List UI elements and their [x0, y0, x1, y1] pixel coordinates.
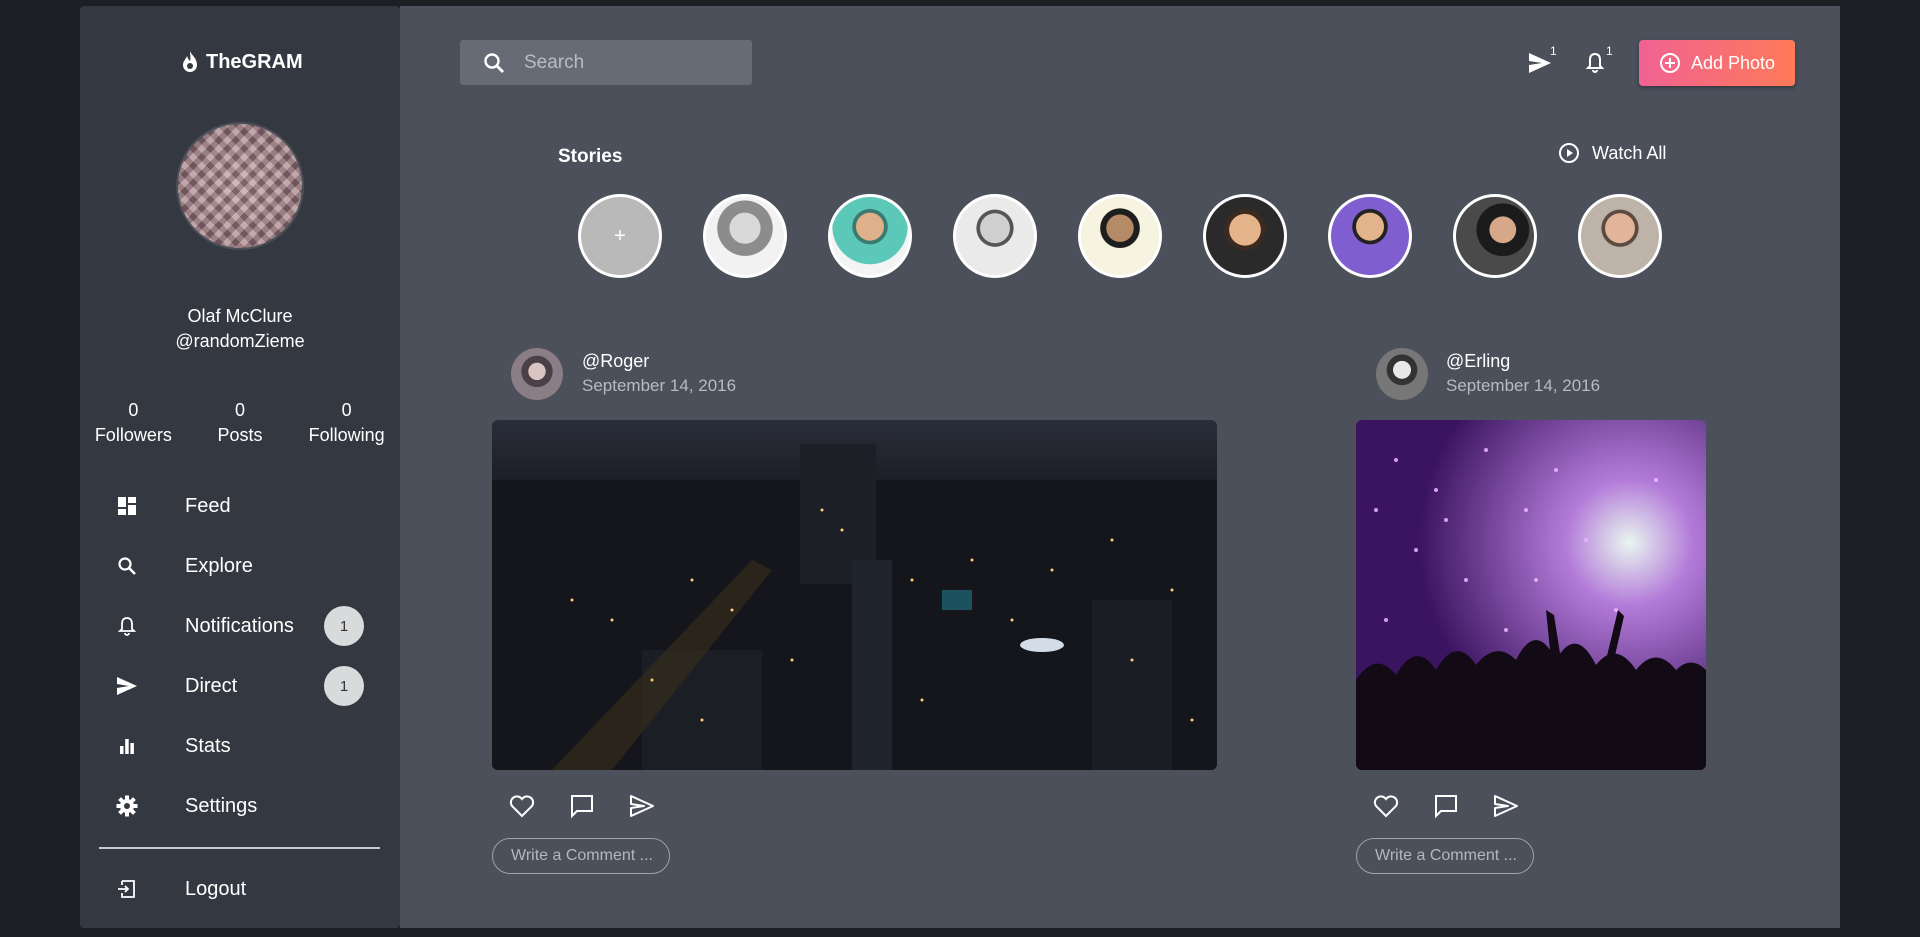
sidebar-item-label: Explore — [185, 554, 253, 577]
app-name: TheGRAM — [206, 50, 303, 73]
stat-value: 0 — [128, 400, 139, 420]
add-photo-label: Add Photo — [1690, 52, 1776, 73]
post-author-avatar[interactable] — [1376, 348, 1428, 400]
comment-input[interactable] — [509, 846, 663, 866]
profile-stats: 0 Followers 0 Posts 0 Following — [80, 398, 400, 448]
post-author[interactable]: @Roger — [582, 351, 649, 372]
add-story-label: + — [614, 224, 626, 247]
sidebar-item-explore[interactable]: Explore — [80, 536, 400, 596]
send-icon — [116, 675, 138, 697]
concert-image — [1356, 420, 1706, 770]
stat-following[interactable]: 0 Following — [293, 398, 400, 448]
sidebar-item-label: Logout — [185, 877, 247, 900]
sidebar-divider — [99, 847, 380, 849]
sidebar-nav: Feed Explore Notifications 1 Direct 1 St… — [80, 476, 400, 836]
profile-avatar[interactable] — [178, 124, 302, 248]
search-icon — [484, 52, 504, 73]
add-story-button[interactable]: + — [578, 194, 662, 278]
stat-value: 0 — [341, 400, 352, 420]
story-avatar[interactable] — [828, 194, 912, 278]
main-content: 1 1 Add Photo Stories Watch All + @Roger… — [400, 6, 1840, 928]
post-date: September 14, 2016 — [1446, 376, 1601, 395]
comment-icon[interactable] — [1432, 792, 1460, 820]
app-logo[interactable]: TheGRAM — [180, 50, 303, 74]
stat-value: 0 — [235, 400, 246, 420]
stories-title: Stories — [558, 146, 623, 167]
story-avatar[interactable] — [1328, 194, 1412, 278]
story-avatar[interactable] — [1203, 194, 1287, 278]
story-avatar[interactable] — [703, 194, 787, 278]
story-avatar[interactable] — [953, 194, 1037, 278]
sidebar-item-label: Stats — [185, 734, 231, 757]
gear-icon — [116, 795, 138, 817]
sidebar-item-feed[interactable]: Feed — [80, 476, 400, 536]
stat-label: Posts — [217, 425, 263, 445]
search-icon — [116, 555, 138, 577]
heart-icon[interactable] — [1372, 792, 1400, 820]
bar-chart-icon — [116, 735, 138, 757]
flame-icon — [183, 51, 197, 72]
sidebar-item-label: Notifications — [185, 614, 294, 637]
comment-icon[interactable] — [568, 792, 596, 820]
direct-count: 1 — [1550, 44, 1557, 58]
post-photo-concert[interactable] — [1356, 420, 1706, 770]
share-icon[interactable] — [1492, 792, 1520, 820]
notification-count: 1 — [1606, 44, 1613, 58]
dashboard-icon — [116, 495, 138, 517]
direct-badge: 1 — [324, 666, 364, 706]
post-author-avatar[interactable] — [511, 348, 563, 400]
stat-posts[interactable]: 0 Posts — [187, 398, 294, 448]
sidebar-item-label: Settings — [185, 794, 258, 817]
watch-all-label: Watch All — [1592, 142, 1667, 163]
sidebar-item-notifications[interactable]: Notifications 1 — [80, 596, 400, 656]
bell-icon[interactable] — [1582, 50, 1608, 76]
watch-all-button[interactable]: Watch All — [1558, 142, 1666, 164]
sidebar-item-logout[interactable]: Logout — [80, 859, 400, 919]
story-avatar[interactable] — [1578, 194, 1662, 278]
sidebar-item-label: Direct — [185, 674, 238, 697]
stat-followers[interactable]: 0 Followers — [80, 398, 187, 448]
comment-field[interactable] — [1356, 838, 1534, 874]
story-avatar[interactable] — [1453, 194, 1537, 278]
bell-icon — [116, 615, 138, 637]
plus-circle-icon — [1659, 53, 1680, 73]
add-photo-button[interactable]: Add Photo — [1639, 40, 1795, 86]
profile-name: Olaf McClure — [187, 306, 293, 326]
story-avatar[interactable] — [1078, 194, 1162, 278]
share-icon[interactable] — [628, 792, 656, 820]
comment-field[interactable] — [492, 838, 670, 874]
heart-icon[interactable] — [508, 792, 536, 820]
sidebar: TheGRAM Olaf McClure @randomZieme 0 Foll… — [80, 6, 400, 928]
post-photo-city-night[interactable] — [492, 420, 1217, 770]
sidebar-item-stats[interactable]: Stats — [80, 716, 400, 776]
post-author[interactable]: @Erling — [1446, 351, 1510, 372]
play-circle-icon — [1559, 143, 1579, 163]
sidebar-item-direct[interactable]: Direct 1 — [80, 656, 400, 716]
profile-handle: @randomZieme — [175, 331, 305, 351]
search-input[interactable] — [522, 50, 726, 75]
stat-label: Followers — [94, 425, 172, 445]
stat-label: Following — [308, 425, 385, 445]
logout-icon — [116, 878, 138, 900]
notifications-badge: 1 — [324, 606, 364, 646]
post-date: September 14, 2016 — [582, 376, 737, 395]
sidebar-item-settings[interactable]: Settings — [80, 776, 400, 836]
city-night-image — [492, 420, 1217, 770]
sidebar-item-label: Feed — [185, 494, 231, 517]
search-bar[interactable] — [460, 40, 752, 85]
comment-input[interactable] — [1373, 846, 1527, 866]
